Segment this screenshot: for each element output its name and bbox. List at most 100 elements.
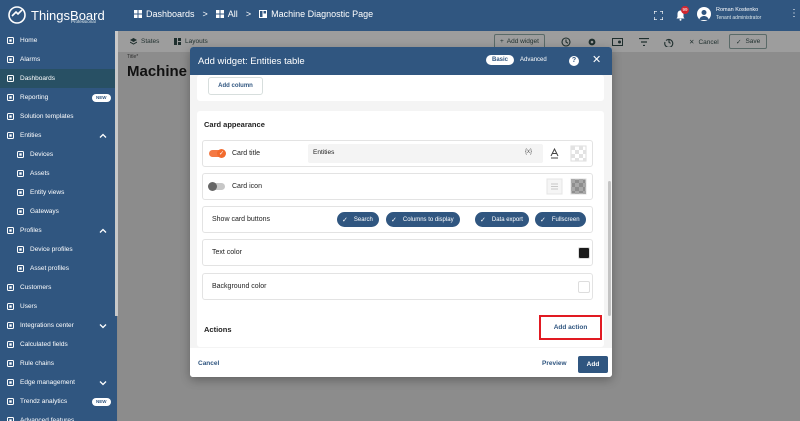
clock-icon[interactable] [561,37,571,47]
card-appearance-heading: Card appearance [204,120,265,129]
breadcrumb-separator: > [245,9,252,19]
dialog-scrollbar[interactable] [608,181,611,316]
sidebar-item-customers[interactable]: Customers [0,278,117,297]
history-icon[interactable] [664,37,674,47]
icon-select-icon[interactable] [546,178,563,195]
sidebar-item-profiles[interactable]: Profiles [0,221,117,240]
card-icon-row: Card icon [202,173,593,200]
sidebar-item-label: Solution templates [20,113,74,120]
dynamic-value-icon[interactable]: {x} [525,149,532,155]
plus-icon: + [500,38,504,45]
card-icon-toggle[interactable] [208,182,225,191]
reporting-icon [6,94,14,102]
user-menu[interactable]: Roman Kostenko Tenant administrator [697,6,761,22]
new-badge: NEW [92,93,111,102]
breadcrumb-all[interactable]: All [215,9,238,19]
icon-color-picker-icon[interactable] [570,178,587,195]
sidebar-item-device-profiles[interactable]: Device profiles [0,240,117,259]
more-menu-icon[interactable]: ⋮ [789,9,799,19]
sidebar-item-label: Entities [20,132,42,139]
sidebar-item-solution-templates[interactable]: Solution templates [0,107,117,126]
filter-icon[interactable] [639,38,649,46]
sidebar-item-label: Entity views [30,189,65,196]
dashboards-icon [6,75,14,83]
dialog-header: Add widget: Entities table Basic Advance… [190,47,612,75]
background-color-row: Background color [202,273,593,300]
help-icon[interactable]: ? [569,56,579,66]
breadcrumb-dashboards[interactable]: Dashboards [134,9,195,19]
card-title-row: ✓ Card title Entities {x} [202,140,593,167]
fullscreen-icon[interactable] [654,11,663,20]
chip-fullscreen[interactable]: ✓ Fullscreen [535,212,586,227]
dashboard-title-label: Title* [127,54,139,60]
sidebar-item-dashboards[interactable]: Dashboards [0,69,117,88]
chevron-down-icon[interactable] [99,379,107,387]
sidebar-item-label: Reporting [20,94,49,101]
cancel-edit-button[interactable]: ✕ Cancel [689,38,719,47]
layouts-button[interactable]: Layouts [174,38,208,45]
entity-views-icon [16,189,24,197]
states-button[interactable]: States [130,38,159,45]
add-action-button[interactable]: Add action [539,315,602,340]
sidebar-item-home[interactable]: Home [0,31,117,50]
check-icon: ✓ [540,216,546,224]
image-settings-icon[interactable] [612,37,623,47]
preview-button[interactable]: Preview [542,360,567,367]
device-profiles-icon [16,246,24,254]
title-color-picker-icon[interactable] [570,145,587,162]
sidebar-item-entity-views[interactable]: Entity views [0,183,117,202]
profiles-icon [6,227,14,235]
sidebar-item-users[interactable]: Users [0,297,117,316]
text-color-row: Text color [202,239,593,266]
chevron-up-icon[interactable] [99,132,107,140]
add-button[interactable]: Add [578,356,608,373]
sidebar-item-asset-profiles[interactable]: Asset profiles [0,259,117,278]
sidebar-item-rule-chains[interactable]: Rule chains [0,354,117,373]
sidebar-item-label: Trendz analytics [20,398,68,405]
user-name: Roman Kostenko [716,7,759,13]
save-dashboard-button[interactable]: ✓ Save [729,34,768,49]
sidebar-item-label: Profiles [20,227,42,234]
breadcrumb-separator: > [202,9,208,19]
close-icon[interactable]: ✕ [592,55,601,66]
text-format-icon[interactable] [546,145,563,162]
background-color-swatch[interactable] [578,281,590,293]
sidebar-item-edge-management[interactable]: Edge management [0,373,117,392]
sidebar-item-alarms[interactable]: Alarms [0,50,117,69]
sidebar-item-gateways[interactable]: Gateways [0,202,117,221]
breadcrumb-current-dashboard: Machine Diagnostic Page [259,9,373,19]
devices-icon [16,151,24,159]
sidebar-item-label: Rule chains [20,360,54,367]
sidebar-item-reporting[interactable]: Reporting NEW [0,88,117,107]
sidebar-item-devices[interactable]: Devices [0,145,117,164]
sidebar-item-entities[interactable]: Entities [0,126,117,145]
actions-heading: Actions [204,325,232,334]
chip-columns-to-display[interactable]: ✓ Columns to display [386,212,460,227]
sidebar-item-label: Edge management [20,379,75,386]
card-buttons-label: Show card buttons [212,216,270,223]
top-bar: ThingsBoard Professional Dashboards > Al… [0,0,800,31]
sidebar-item-label: Home [20,37,38,44]
user-avatar-icon [699,10,709,20]
text-color-swatch[interactable] [578,247,590,259]
sidebar-item-label: Integrations center [20,322,74,329]
card-buttons-row: Show card buttons ✓ Search ✓ Columns to di… [202,206,593,233]
sidebar-item-integrations-center[interactable]: Integrations center [0,316,117,335]
card-title-toggle[interactable]: ✓ [209,149,226,158]
sidebar-item-calculated-fields[interactable]: Calculated fields [0,335,117,354]
advanced-mode-tab[interactable]: Advanced [520,57,547,63]
card-title-input[interactable]: Entities {x} [308,144,543,163]
basic-mode-tab[interactable]: Basic [486,55,515,65]
sidebar-item-assets[interactable]: Assets [0,164,117,183]
add-column-button[interactable]: Add column [208,77,263,95]
settings-gear-icon[interactable] [587,37,597,47]
chip-data-export[interactable]: ✓ Data export [475,212,529,227]
sidebar-item-label: Calculated fields [20,341,68,348]
chip-search[interactable]: ✓ Search [337,212,379,227]
sidebar-item-advanced-features[interactable]: Advanced features [0,411,117,421]
cancel-button[interactable]: Cancel [198,360,219,367]
dashboards-icon [134,10,142,18]
sidebar-item-trendz-analytics[interactable]: Trendz analytics NEW [0,392,117,411]
chevron-down-icon[interactable] [99,322,107,330]
chevron-up-icon[interactable] [99,227,107,235]
